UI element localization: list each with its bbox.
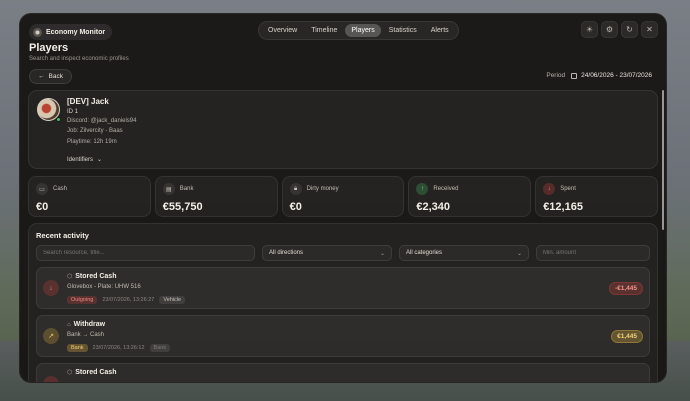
stat-value: €0 bbox=[36, 201, 49, 213]
identifiers-toggle[interactable]: Identifiers ⌄ bbox=[67, 156, 103, 164]
arrow-down-icon: ↓ bbox=[543, 183, 556, 195]
stat-dirty-money: 🔒︎ Dirty money €0 bbox=[281, 176, 405, 217]
player-id: ID 1 bbox=[67, 109, 79, 115]
min-amount-input[interactable] bbox=[536, 245, 650, 261]
economy-monitor-window: Economy Monitor Overview Timeline Player… bbox=[19, 13, 667, 383]
stat-value: €2,340 bbox=[416, 201, 451, 213]
stat-label: Received bbox=[433, 186, 459, 192]
online-status-dot bbox=[56, 117, 61, 122]
activity-row-meta: Outgoing 23/07/2026, 13:26:27 Vehicle bbox=[67, 296, 186, 304]
chevron-down-icon: ⌄ bbox=[379, 250, 385, 257]
direction-select[interactable]: All directions ⌄ bbox=[262, 245, 392, 261]
chevron-down-icon: ⌄ bbox=[97, 157, 103, 163]
activity-row-detail: Glovebox - Plate: UHW 516 bbox=[67, 284, 141, 290]
category-badge: Vehicle bbox=[159, 296, 186, 304]
refresh-icon[interactable]: ↻ bbox=[621, 21, 638, 38]
tab-players[interactable]: Players bbox=[345, 24, 381, 37]
category-select-value: All categories bbox=[406, 250, 443, 256]
player-job: Job: Zilvercity - Baas bbox=[67, 128, 123, 134]
activity-row-title: Withdraw bbox=[73, 321, 106, 328]
app-brand: Economy Monitor bbox=[29, 24, 113, 40]
activity-row-meta: Bank 23/07/2026, 13:26:12 Bank bbox=[67, 344, 171, 352]
player-playtime: Playtime: 12h 19m bbox=[67, 139, 117, 145]
stat-bank: ▤ Bank €55,750 bbox=[154, 176, 278, 217]
player-discord: Discord: @jack_daniels94 bbox=[67, 118, 137, 124]
box-icon: ⬡ bbox=[67, 370, 73, 376]
search-input[interactable] bbox=[36, 245, 255, 261]
lock-icon: 🔒︎ bbox=[289, 183, 302, 195]
period-value: 24/06/2026 - 23/07/2026 bbox=[581, 72, 652, 79]
player-name: [DEV] Jack bbox=[67, 97, 109, 106]
stat-label: Dirty money bbox=[306, 186, 339, 192]
window-controls: ☀ ⚙ ↻ ✕ bbox=[581, 21, 658, 38]
main-nav: Overview Timeline Players Statistics Ale… bbox=[258, 21, 459, 40]
back-label: Back bbox=[48, 73, 63, 80]
activity-row-timestamp: 23/07/2026, 13:26:27 bbox=[102, 297, 155, 303]
stat-label: Cash bbox=[53, 186, 68, 192]
wallet-icon: ▭ bbox=[36, 183, 48, 195]
arrow-down-icon: ↓ bbox=[43, 376, 59, 382]
arrow-down-icon: ↓ bbox=[43, 280, 59, 296]
stat-value: €0 bbox=[289, 201, 302, 213]
bank-icon: ⌂ bbox=[67, 321, 71, 328]
stat-cash: ▭ Cash €0 bbox=[28, 176, 151, 217]
status-badge: Bank bbox=[67, 344, 88, 352]
sun-icon[interactable]: ☀ bbox=[581, 21, 598, 38]
content-scroll-area[interactable]: [DEV] Jack ID 1 Discord: @jack_daniels94… bbox=[28, 90, 658, 382]
identifiers-label: Identifiers bbox=[67, 156, 94, 163]
tab-statistics[interactable]: Statistics bbox=[383, 24, 423, 37]
stats-row: ▭ Cash €0 ▤ Bank €55,750 🔒︎ Dirty money … bbox=[28, 176, 658, 217]
activity-filters: All directions ⌄ All categories ⌄ bbox=[36, 245, 650, 261]
activity-row-title: Stored Cash bbox=[75, 369, 117, 376]
stat-value: €55,750 bbox=[162, 201, 203, 213]
stat-label: Bank bbox=[179, 186, 194, 192]
chevron-down-icon: ⌄ bbox=[516, 250, 522, 257]
app-name: Economy Monitor bbox=[46, 28, 106, 36]
stat-spent: ↓ Spent €12,165 bbox=[535, 176, 658, 217]
gear-icon[interactable]: ⚙ bbox=[601, 21, 618, 38]
box-icon: ⬡ bbox=[67, 274, 73, 280]
activity-row[interactable]: ↓ ⬡ Stored Cash Glovebox - Plate: UHW 51… bbox=[36, 267, 650, 309]
page-title: Players bbox=[29, 42, 69, 54]
direction-select-value: All directions bbox=[269, 250, 304, 256]
activity-title: Recent activity bbox=[36, 231, 89, 240]
period-label: Period bbox=[546, 72, 566, 79]
arrow-left-icon: ← bbox=[38, 73, 45, 80]
amount-badge: -€1,445 bbox=[608, 282, 643, 295]
activity-row-title-line: ⬡ Stored Cash bbox=[67, 273, 116, 280]
tab-timeline[interactable]: Timeline bbox=[305, 24, 343, 37]
activity-row-title-line: ⌂ Withdraw bbox=[67, 321, 105, 328]
tab-overview[interactable]: Overview bbox=[262, 24, 303, 37]
stat-label: Spent bbox=[560, 186, 576, 192]
activity-row[interactable]: ↓ ⬡ Stored Cash bbox=[36, 363, 650, 382]
scrollbar-thumb[interactable] bbox=[662, 90, 664, 230]
back-button[interactable]: ← Back bbox=[29, 69, 72, 84]
period-range: 24/06/2026 - 23/07/2026 bbox=[571, 72, 652, 79]
tab-alerts[interactable]: Alerts bbox=[425, 24, 455, 37]
recent-activity-panel: Recent activity All directions ⌄ All cat… bbox=[28, 223, 658, 382]
card-icon: ▤ bbox=[162, 183, 175, 195]
activity-row-detail: Bank → Cash bbox=[67, 332, 105, 338]
activity-row-timestamp: 23/07/2026, 13:26:12 bbox=[92, 345, 145, 351]
period-selector[interactable]: Period 24/06/2026 - 23/07/2026 bbox=[546, 72, 652, 79]
category-select[interactable]: All categories ⌄ bbox=[399, 245, 529, 261]
arrow-up-icon: ↑ bbox=[416, 183, 429, 195]
status-badge: Outgoing bbox=[67, 296, 98, 304]
category-badge: Bank bbox=[149, 344, 171, 352]
stat-received: ↑ Received €2,340 bbox=[408, 176, 532, 217]
activity-row-title: Stored Cash bbox=[75, 273, 117, 280]
activity-row[interactable]: ↗ ⌂ Withdraw Bank → Cash Bank 23/07/2026… bbox=[36, 315, 650, 357]
activity-row-title-line: ⬡ Stored Cash bbox=[67, 369, 116, 376]
close-icon[interactable]: ✕ bbox=[641, 21, 658, 38]
logo-icon bbox=[33, 27, 42, 37]
player-profile-card: [DEV] Jack ID 1 Discord: @jack_daniels94… bbox=[28, 90, 658, 169]
arrow-up-icon: ↗ bbox=[43, 328, 59, 344]
page-subtitle: Search and inspect economic profiles bbox=[29, 56, 129, 62]
stat-value: €12,165 bbox=[543, 201, 583, 213]
amount-badge: €1,445 bbox=[611, 330, 643, 343]
calendar-icon bbox=[571, 72, 578, 79]
